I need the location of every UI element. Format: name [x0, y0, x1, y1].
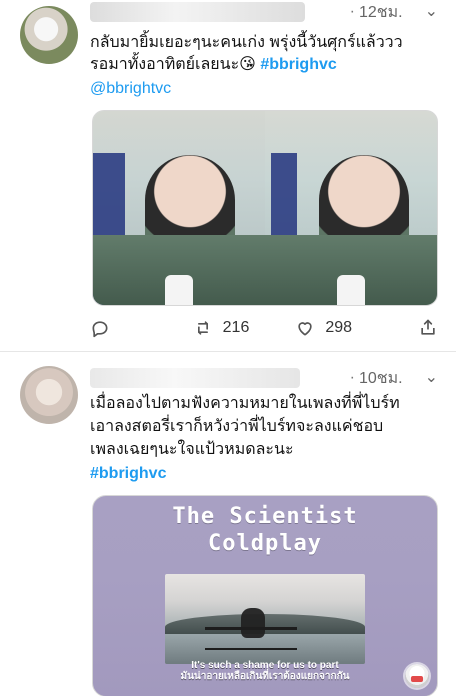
- share-action[interactable]: [398, 318, 438, 338]
- artist-name: Coldplay: [208, 531, 322, 556]
- tweet-text-line-3: เพลงเฉยๆนะใจแป้วหมดละนะ: [90, 441, 294, 458]
- hashtag-link[interactable]: #bbrighvc: [260, 56, 336, 73]
- tweet-time: · 10ชม. ⌄: [350, 366, 438, 391]
- watermark-logo: [405, 664, 429, 688]
- media-image-left: [93, 111, 265, 305]
- separator-dot: ·: [349, 3, 355, 20]
- reply-icon[interactable]: [90, 318, 110, 338]
- time-text: 10ชม.: [358, 369, 403, 387]
- tweet-header: · 12ชม. ⌄: [90, 0, 438, 24]
- song-title: The Scientist: [172, 504, 358, 529]
- retweet-action[interactable]: 216: [193, 318, 263, 338]
- retweet-count: 216: [222, 319, 250, 336]
- avatar[interactable]: [20, 6, 78, 64]
- bench: [205, 627, 297, 650]
- reply-action[interactable]: [90, 318, 160, 338]
- share-icon[interactable]: [418, 318, 438, 338]
- separator-dot: ·: [349, 369, 355, 386]
- caption-en: It's such a shame for us to part: [191, 660, 339, 671]
- undershirt: [165, 275, 193, 305]
- twitter-feed: · 12ชม. ⌄ กลับมายิ้มเยอะๆนะคนเก่ง พรุ่งน…: [0, 0, 456, 696]
- like-action[interactable]: 298: [295, 318, 365, 338]
- like-count: 298: [325, 319, 353, 336]
- media-image-right: [265, 111, 437, 305]
- tweet-time: · 12ชม. ⌄: [350, 0, 438, 25]
- time-text: 12ชม.: [358, 3, 403, 21]
- chevron-down-icon[interactable]: ⌄: [425, 367, 438, 387]
- tweet-text-line-2: รอมาทั้งอาทิตย์เลยนะ😘 #bbrighvc: [90, 54, 440, 76]
- tweet-text-line-1: กลับมายิ้มเยอะๆนะคนเก่ง พรุ่งนี้วันศุกร์…: [90, 34, 403, 51]
- tweet-text-prefix: รอมาทั้งอาทิตย์เลยนะ😘: [90, 56, 261, 73]
- media-caption: It's such a shame for us to part มันน่าอ…: [93, 660, 437, 682]
- tweet-text-line-1: เมื่อลองไปตามฟังความหมายในเพลงที่พี่ไบร์…: [90, 395, 400, 412]
- tweet-media[interactable]: The Scientist Coldplay It's such a shame…: [92, 495, 438, 696]
- blurred-display-name: [90, 2, 305, 22]
- tweet-media[interactable]: [92, 110, 438, 306]
- tweet-header: · 10ชม. ⌄: [90, 366, 438, 390]
- retweet-icon[interactable]: [193, 318, 213, 338]
- blurred-display-name: [90, 368, 300, 388]
- tweet-text-line-2: เอาลงสตอรี่เราก็หวังว่าพี่ไบร์ทจะลงแค่ชอ…: [90, 418, 384, 435]
- hashtag-link[interactable]: #bbrighvc: [90, 463, 440, 485]
- like-icon[interactable]: [295, 318, 315, 338]
- undershirt: [337, 275, 365, 305]
- avatar[interactable]: [20, 366, 78, 424]
- tweet-1[interactable]: · 12ชม. ⌄ กลับมายิ้มเยอะๆนะคนเก่ง พรุ่งน…: [0, 0, 456, 352]
- mention-link[interactable]: @bbrightvc: [90, 78, 440, 100]
- landscape-photo: [165, 574, 365, 664]
- media-title: The Scientist Coldplay: [93, 504, 437, 556]
- caption-th: มันน่าอายเหลือเกินที่เราต้องแยกจากกัน: [180, 671, 350, 682]
- chevron-down-icon[interactable]: ⌄: [425, 1, 438, 21]
- tweet-actions: 216 298: [90, 316, 438, 340]
- tweet-2[interactable]: · 10ชม. ⌄ เมื่อลองไปตามฟังความหมายในเพลง…: [0, 352, 456, 696]
